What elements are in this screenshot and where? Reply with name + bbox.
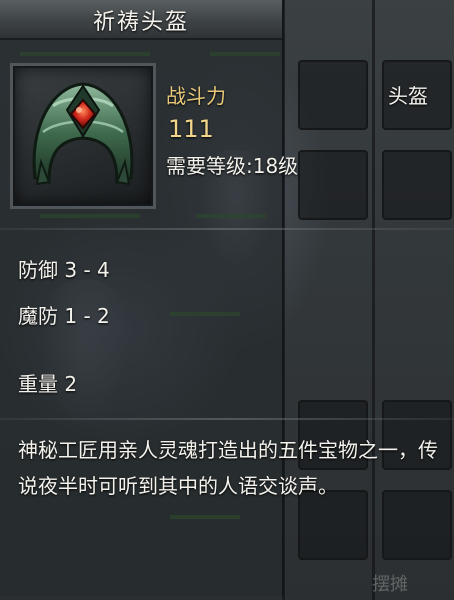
tooltip-title-bar: 祈祷头盔: [0, 0, 282, 40]
item-icon-frame: [10, 63, 156, 209]
section-divider: [0, 228, 454, 230]
stall-button: 摆摊: [372, 574, 408, 595]
combat-power-label: 战斗力: [166, 84, 226, 108]
section-divider: [0, 418, 454, 420]
inventory-slot: [382, 150, 452, 220]
inventory-divider: [372, 0, 375, 600]
helmet-icon: [32, 82, 134, 186]
inventory-slot: [298, 60, 368, 130]
attribute-defense: 防御 3 - 4: [18, 258, 110, 282]
attribute-magic-defense: 魔防 1 - 2: [18, 304, 110, 328]
item-description: 神秘工匠用亲人灵魂打造出的五件宝物之一，传说夜半时可听到其中的人语交谈声。: [18, 438, 438, 498]
required-level: 需要等级:18级: [166, 154, 299, 178]
combat-power-value: 111: [168, 115, 214, 143]
item-slot-type: 头盔: [388, 84, 428, 108]
item-name: 祈祷头盔: [92, 10, 189, 35]
attribute-weight: 重量 2: [18, 372, 78, 396]
inventory-slot: [298, 150, 368, 220]
